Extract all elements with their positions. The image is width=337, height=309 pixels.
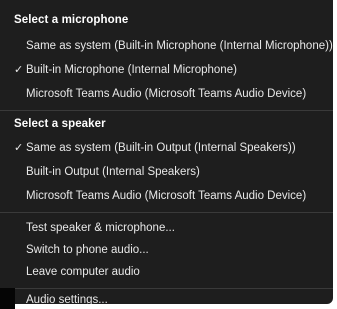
speaker-option-teams-audio[interactable]: Microsoft Teams Audio (Microsoft Teams A… (0, 186, 333, 208)
speaker-section-header: Select a speaker (14, 118, 106, 130)
speaker-option-same-as-system[interactable]: ✓ Same as system (Built-in Output (Inter… (0, 138, 333, 160)
audio-options-menu: Select a microphone Same as system (Buil… (0, 0, 333, 304)
menu-divider (0, 212, 333, 213)
microphone-option-same-as-system[interactable]: Same as system (Built-in Microphone (Int… (0, 36, 333, 58)
microphone-option-label: Built-in Microphone (Internal Microphone… (26, 64, 237, 76)
checkmark-icon: ✓ (14, 64, 24, 76)
stage: Select a microphone Same as system (Buil… (0, 0, 337, 309)
speaker-option-label: Built-in Output (Internal Speakers) (26, 166, 200, 178)
audio-settings-label: Audio settings... (26, 294, 108, 304)
test-speaker-microphone-item[interactable]: Test speaker & microphone... (0, 218, 333, 240)
action-label: Leave computer audio (26, 266, 140, 278)
checkmark-icon: ✓ (14, 142, 24, 154)
switch-to-phone-audio-item[interactable]: Switch to phone audio... (0, 240, 333, 262)
action-label: Test speaker & microphone... (26, 222, 175, 234)
microphone-option-label: Microsoft Teams Audio (Microsoft Teams A… (26, 88, 307, 100)
speaker-option-label: Microsoft Teams Audio (Microsoft Teams A… (26, 190, 307, 202)
action-label: Switch to phone audio... (26, 244, 149, 256)
leave-computer-audio-item[interactable]: Leave computer audio (0, 262, 333, 284)
speaker-option-label: Same as system (Built-in Output (Interna… (26, 142, 296, 154)
audio-settings-item[interactable]: Audio settings... (0, 290, 333, 304)
speaker-option-built-in-output[interactable]: Built-in Output (Internal Speakers) (0, 162, 333, 184)
microphone-option-teams-audio[interactable]: Microsoft Teams Audio (Microsoft Teams A… (0, 84, 333, 106)
microphone-option-label: Same as system (Built-in Microphone (Int… (26, 40, 333, 52)
microphone-option-built-in[interactable]: ✓ Built-in Microphone (Internal Micropho… (0, 60, 333, 82)
background-strip (0, 288, 15, 309)
menu-divider (0, 288, 333, 289)
menu-divider (0, 110, 333, 111)
microphone-section-header: Select a microphone (14, 14, 129, 26)
